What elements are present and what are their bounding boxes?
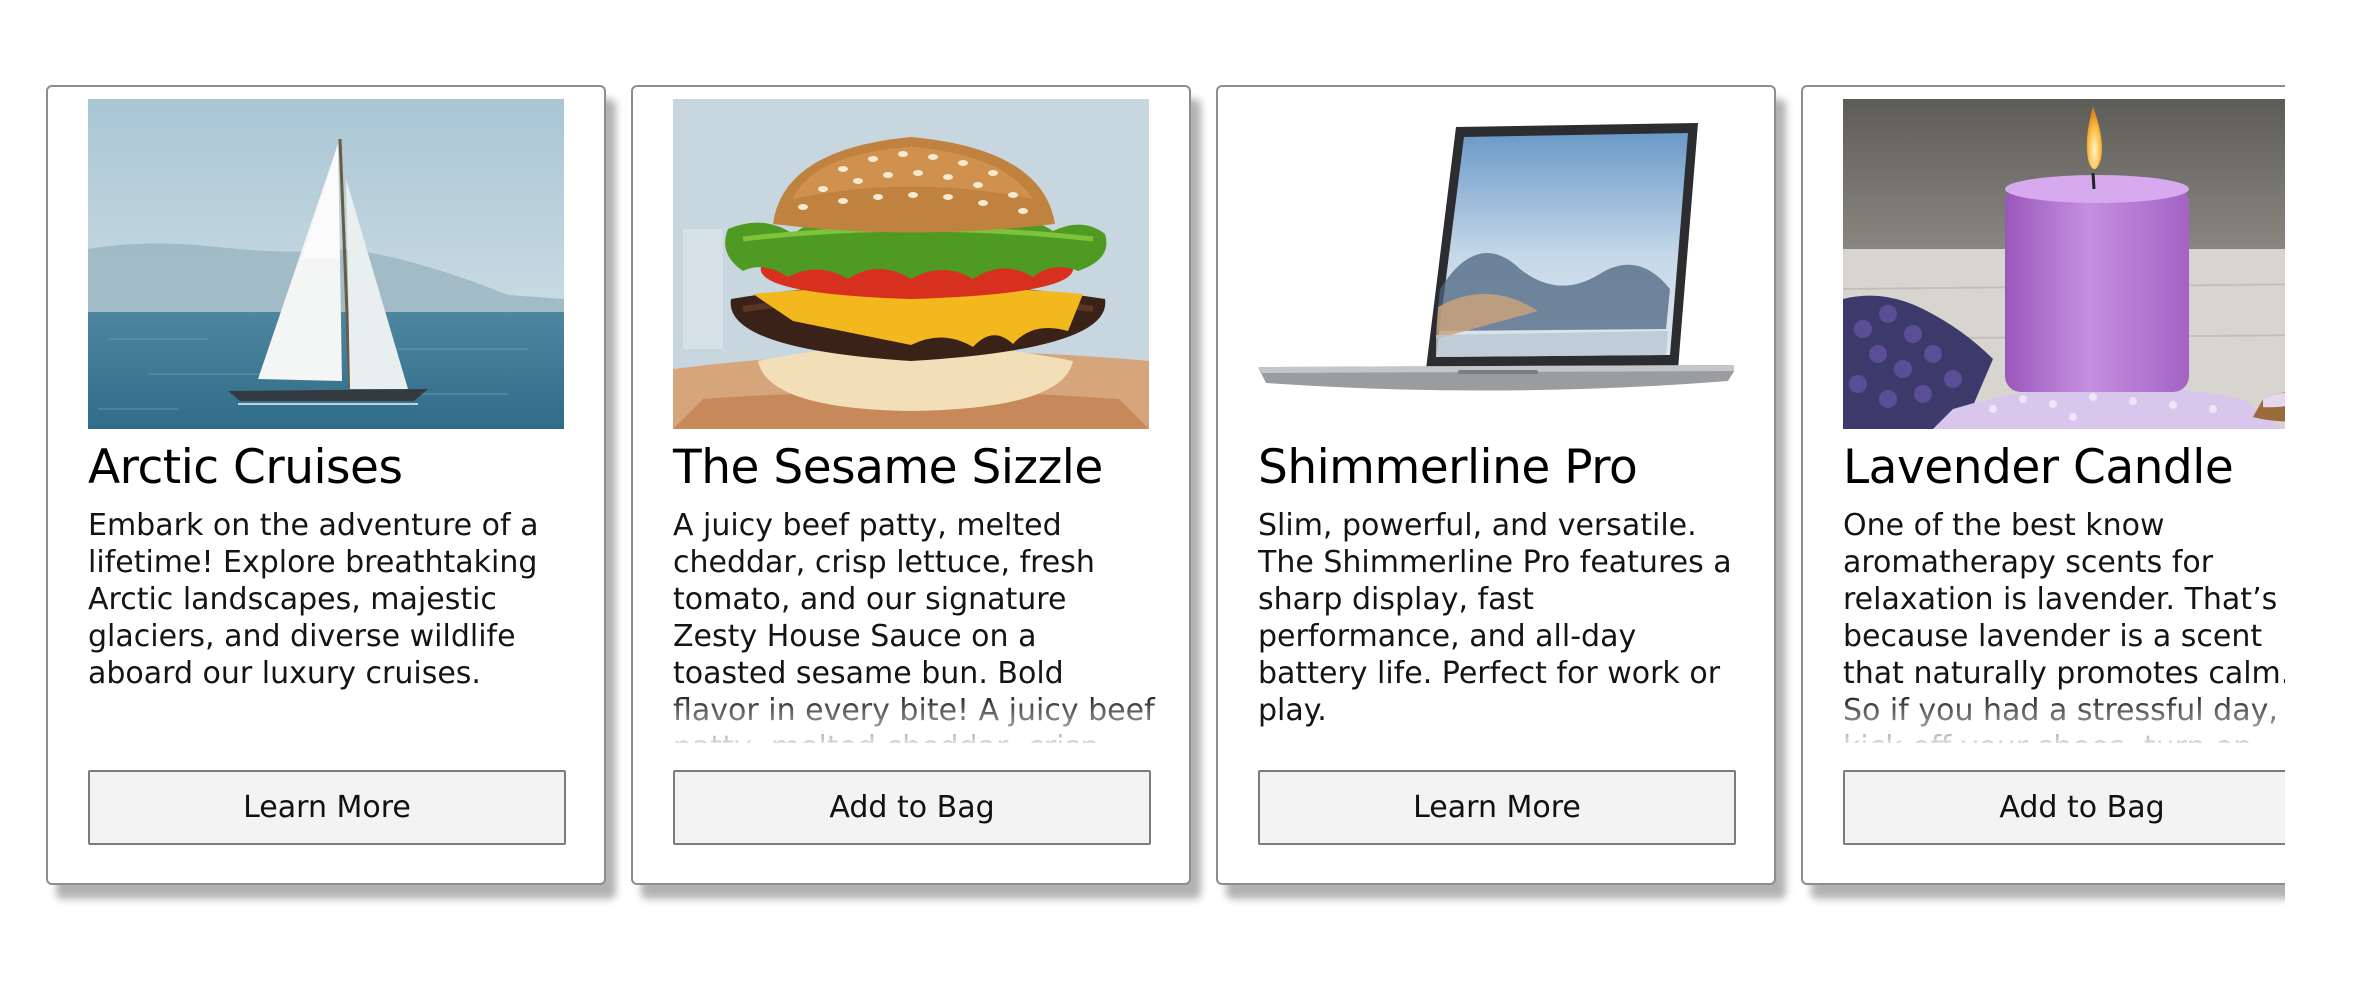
- card-image-laptop: [1258, 99, 1734, 429]
- add-to-bag-button[interactable]: Add to Bag: [1843, 770, 2285, 845]
- card-title: The Sesame Sizzle: [673, 440, 1103, 495]
- card-sesame-sizzle: The Sesame Sizzle A juicy beef patty, me…: [631, 85, 1191, 885]
- card-title: Arctic Cruises: [88, 440, 403, 495]
- card-lavender-candle: Lavender Candle One of the best know aro…: [1801, 85, 2285, 885]
- learn-more-button[interactable]: Learn More: [88, 770, 566, 845]
- card-description: Embark on the adventure of a lifetime! E…: [88, 508, 539, 691]
- card-title: Shimmerline Pro: [1258, 440, 1638, 495]
- add-to-bag-button[interactable]: Add to Bag: [673, 770, 1151, 845]
- card-title: Lavender Candle: [1843, 440, 2234, 495]
- learn-more-button[interactable]: Learn More: [1258, 770, 1736, 845]
- card-image-candle: [1843, 99, 2285, 429]
- card-carousel: Arctic Cruises Embark on the adventure o…: [0, 0, 2285, 984]
- card-image-sailboat: [88, 99, 564, 429]
- card-description: Slim, powerful, and versatile. The Shimm…: [1258, 508, 1732, 728]
- card-description: A juicy beef patty, melted cheddar, cris…: [673, 508, 1155, 743]
- card-arctic-cruises: Arctic Cruises Embark on the adventure o…: [46, 85, 606, 885]
- card-shimmerline-pro: Shimmerline Pro Slim, powerful, and vers…: [1216, 85, 1776, 885]
- card-image-burger: [673, 99, 1149, 429]
- card-description: One of the best know aromatherapy scents…: [1843, 508, 2285, 743]
